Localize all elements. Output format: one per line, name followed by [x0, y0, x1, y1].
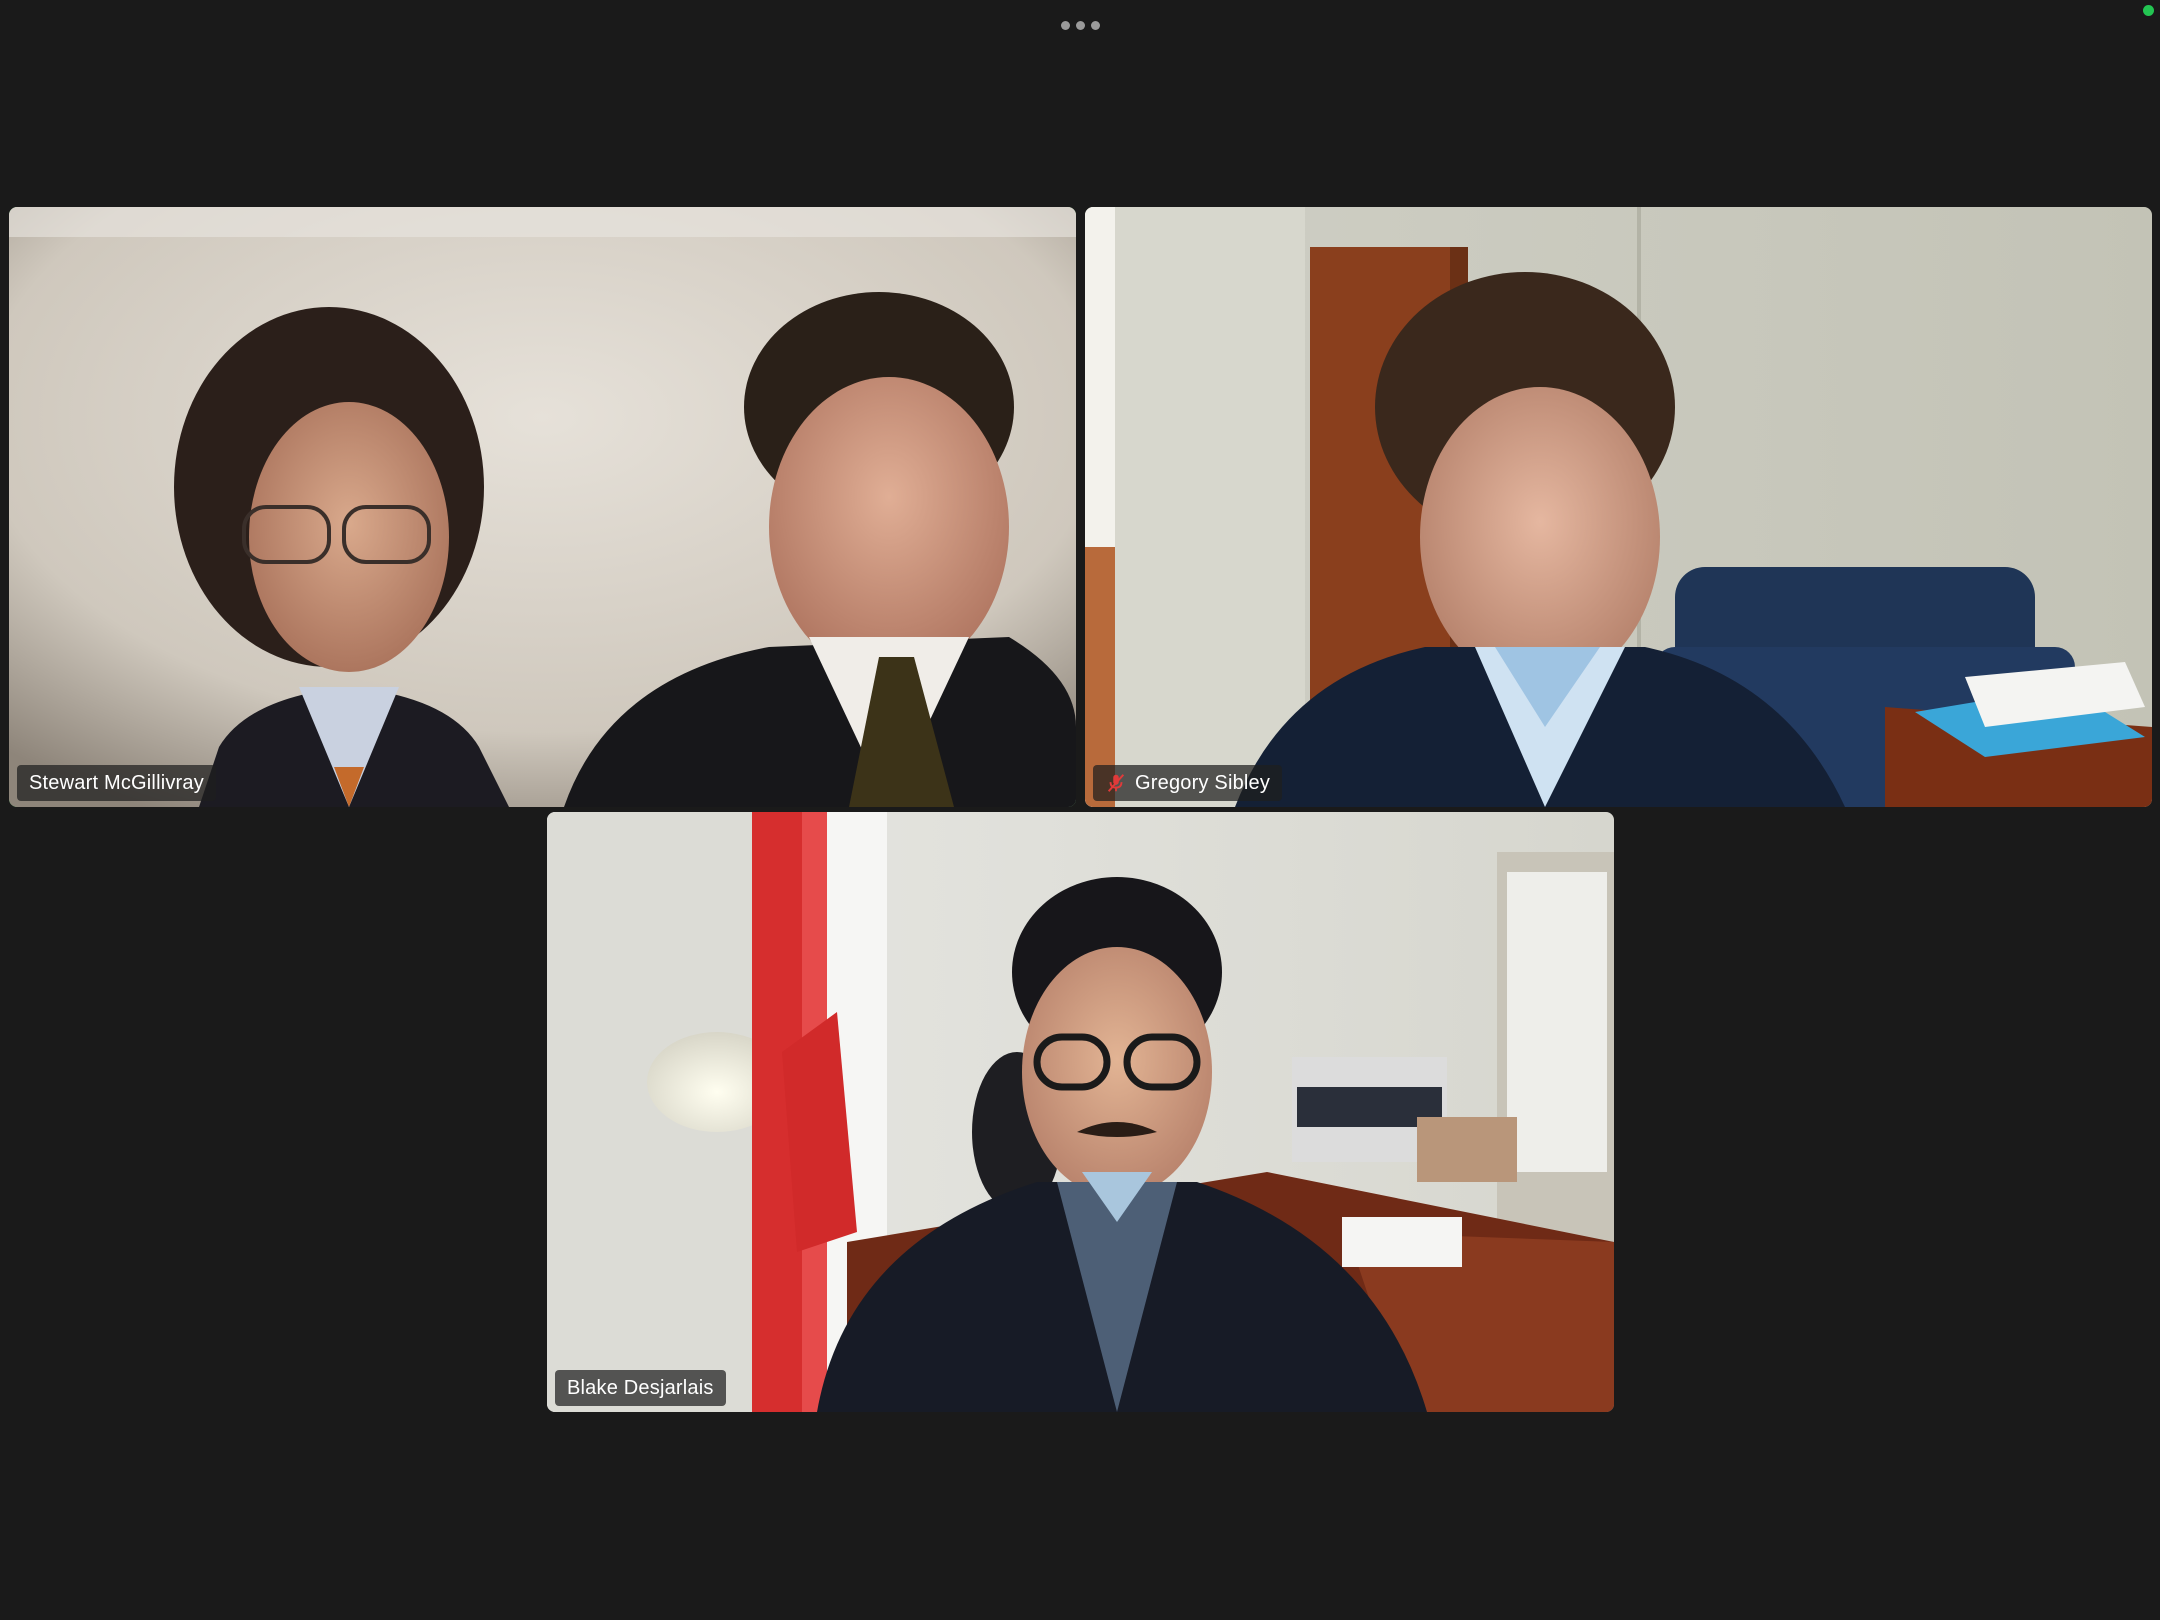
mic-muted-icon: [1107, 774, 1125, 792]
more-options-button[interactable]: [1050, 14, 1110, 36]
participant-video: [9, 207, 1076, 807]
more-dot: [1060, 20, 1070, 30]
participant-video: [1085, 207, 2152, 807]
video-tile-gregory-sibley[interactable]: Gregory Sibley: [1085, 207, 2152, 807]
participant-name-tag: Stewart McGillivray: [17, 765, 216, 801]
connection-status-indicator: [2143, 5, 2154, 16]
meeting-gallery-view: Stewart McGillivray Gregory Sibley Blake…: [0, 0, 2160, 1620]
more-dot: [1090, 20, 1100, 30]
participant-name: Gregory Sibley: [1135, 771, 1271, 794]
participant-name-tag: Gregory Sibley: [1093, 765, 1283, 801]
participant-name: Stewart McGillivray: [29, 771, 204, 794]
participant-name-tag: Blake Desjarlais: [555, 1370, 726, 1406]
more-dot: [1075, 20, 1085, 30]
video-tile-stewart-mcgillivray[interactable]: Stewart McGillivray: [9, 207, 1076, 807]
video-tile-blake-desjarlais[interactable]: Blake Desjarlais: [547, 812, 1614, 1412]
participant-video: [547, 812, 1614, 1412]
participant-name: Blake Desjarlais: [567, 1376, 714, 1399]
